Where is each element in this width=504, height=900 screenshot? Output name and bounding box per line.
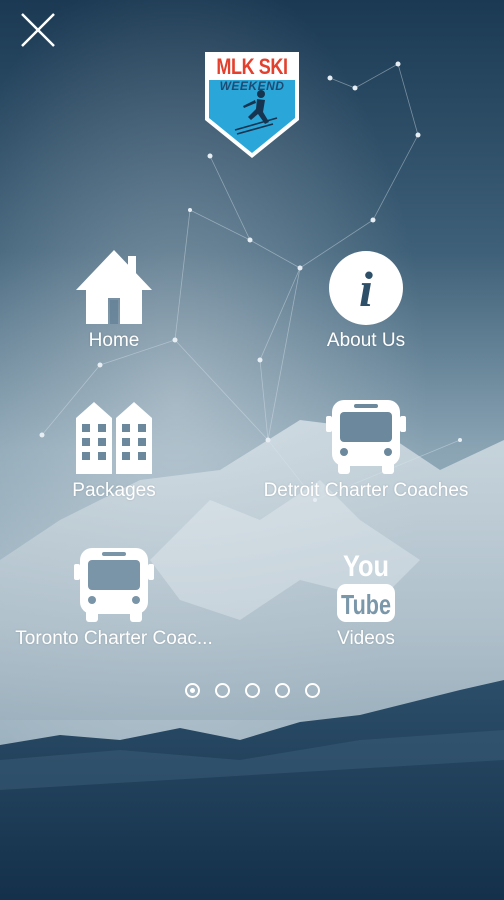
skier-icon [234,90,278,135]
page-dot-1[interactable] [184,683,200,698]
menu-item-about-us[interactable]: i About Us [240,248,492,352]
menu-item-label: Videos [337,628,395,649]
menu-item-packages[interactable]: Packages [0,398,240,502]
close-button[interactable] [18,10,58,50]
buildings-icon [76,402,152,474]
bus-icon [326,400,406,474]
close-icon [21,13,55,47]
svg-text:Tube: Tube [341,589,391,620]
svg-text:i: i [359,261,373,317]
info-icon: i [329,251,403,325]
menu-item-label: Detroit Charter Coaches [263,480,469,501]
menu-item-videos[interactable]: You Tube Videos [240,546,492,650]
menu-item-label: Packages [72,480,156,501]
menu-item-detroit-charter-coaches[interactable]: Detroit Charter Coaches [240,398,492,502]
menu-item-home[interactable]: Home [0,248,240,352]
menu-item-label: Toronto Charter Coac... [15,628,213,649]
home-icon [76,250,152,324]
page-dot-4[interactable] [274,683,290,698]
svg-text:You: You [343,550,389,583]
youtube-icon: You Tube [337,550,395,622]
menu-item-label: Home [88,330,140,351]
menu-item-label: About Us [326,330,406,351]
page-dot-2[interactable] [214,683,230,698]
page-dot-3[interactable] [244,683,260,698]
bus-icon [74,548,154,622]
page-indicator [0,680,504,704]
mlk-ski-weekend-logo: MLK SKI WEEKEND [203,50,301,160]
menu-item-toronto-charter-coaches[interactable]: Toronto Charter Coac... [0,546,240,650]
page-dot-5[interactable] [304,683,320,698]
